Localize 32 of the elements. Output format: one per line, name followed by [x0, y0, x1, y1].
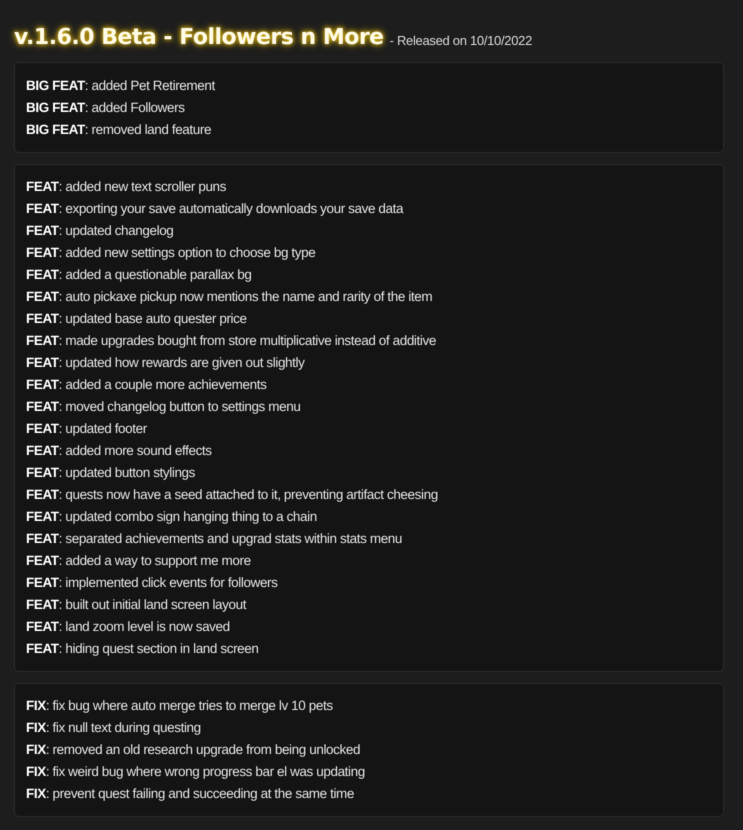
changelog-entry: FEAT: updated base auto quester price: [26, 310, 248, 328]
changelog-entry: FEAT: updated how rewards are given out slightly: [26, 354, 306, 372]
changelog-entry: FEAT: added a couple more achievements: [26, 376, 268, 394]
changelog-title: v.1.6.0 Beta - Followers n More: [14, 25, 384, 50]
changelog-entry: FIX: fix bug where auto merge tries to merge lv 10 pets: [26, 697, 334, 715]
changelog-entry: FEAT: added a questionable parallax bg: [26, 266, 252, 284]
changelog-entry: FEAT: updated footer: [26, 420, 148, 438]
changelog-entry: FEAT: built out initial land screen layout: [26, 596, 248, 614]
changelog-entry: FIX: removed an old research upgrade from being unlocked: [26, 741, 362, 759]
changelog-entry: BIG FEAT: added Pet Retirement: [26, 77, 216, 95]
changelog-entry: FIX: prevent quest failing and succeeding at the same time: [26, 785, 356, 803]
changelog-entry: FEAT: moved changelog button to settings menu: [26, 398, 302, 416]
changelog-entry: FEAT: added new text scroller puns: [26, 178, 228, 196]
changelog-entry: FEAT: added new settings option to choose bg type: [26, 244, 316, 262]
changelog-entry: FEAT: quests now have a seed attached to it, preventing artifact cheesing: [26, 486, 439, 504]
release-date: - Released on 10/10/2022: [390, 33, 532, 50]
changelog-entry: BIG FEAT: removed land feature: [26, 121, 212, 139]
changelog-entry: FEAT: made upgrades bought from store multiplicative instead of additive: [26, 332, 437, 350]
changelog-entry: FEAT: implemented click events for followers: [26, 574, 278, 592]
changelog-entry: FEAT: updated changelog: [26, 222, 174, 240]
changelog-entry: FEAT: updated combo sign hanging thing to a chain: [26, 508, 318, 526]
changelog-entry: BIG FEAT: added Followers: [26, 99, 186, 117]
changelog-entry: FEAT: added more sound effects: [26, 442, 213, 460]
changelog-entry: FIX: fix null text during questing: [26, 719, 202, 737]
changelog-entry: FEAT: updated button stylings: [26, 464, 196, 482]
changelog-entry: FEAT: land zoom level is now saved: [26, 618, 231, 636]
changelog-entry: FIX: fix weird bug where wrong progress bar el was updating: [26, 763, 366, 781]
changelog-entry: FEAT: auto pickaxe pickup now mentions the name and rarity of the item: [26, 288, 434, 306]
changelog-entry: FEAT: separated achievements and upgrad stats within stats menu: [26, 530, 404, 548]
changelog-entry: FEAT: exporting your save automatically downloads your save data: [26, 200, 404, 218]
changelog-entry: FEAT: hiding quest section in land screen: [26, 640, 260, 658]
changelog-entry: FEAT: added a way to support me more: [26, 552, 252, 570]
